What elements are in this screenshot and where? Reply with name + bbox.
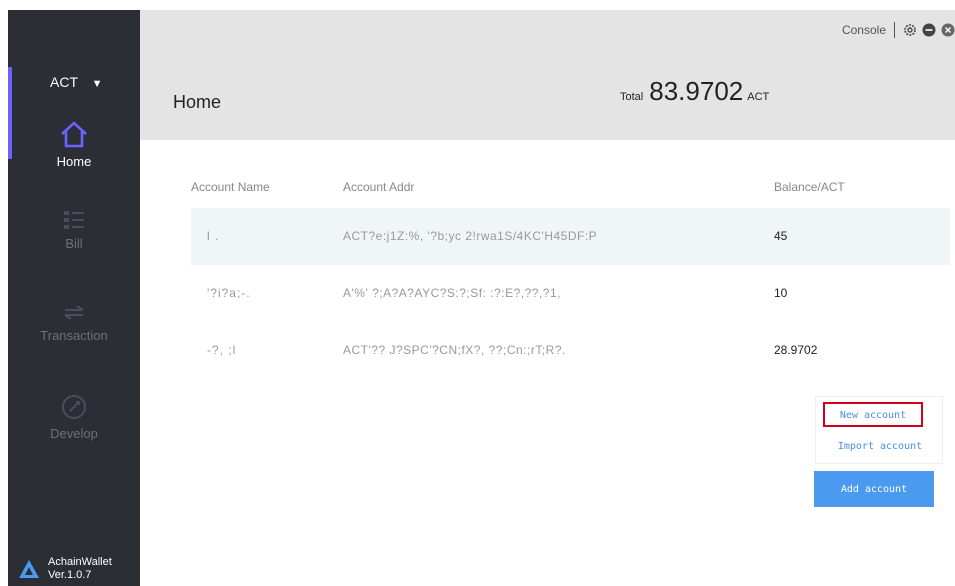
coin-label: ACT (50, 74, 78, 90)
column-header-balance: Balance/ACT (774, 180, 845, 194)
window-topbar: Console (842, 22, 955, 38)
account-name: -?, ;l (207, 342, 237, 357)
column-header-name: Account Name (191, 180, 270, 194)
develop-icon (62, 395, 86, 419)
console-link[interactable]: Console (842, 23, 886, 37)
achain-logo-icon (19, 560, 39, 578)
total-label: Total (620, 91, 644, 103)
account-balance: 28.9702 (774, 342, 818, 357)
account-name: '?i?a;-. (207, 286, 251, 301)
header: Console Home Total 83.9702 ACT (140, 10, 955, 140)
brand-name: AchainWallet (48, 556, 112, 568)
home-icon (61, 121, 87, 148)
sidebar: ACT ▼ Home Bill Transaction Develop Acha… (8, 10, 140, 586)
account-addr: ACT?e:j1Z:%, '?b;yc 2!rwa1S/4KC'H45DF:P (343, 229, 598, 244)
topbar-divider (894, 22, 895, 38)
account-balance: 45 (774, 229, 788, 244)
column-header-addr: Account Addr (343, 180, 415, 194)
account-addr: A'%' ?;A?A?AYC?S:?;Sf: :?:E?,??,?1, (343, 286, 561, 301)
settings-icon[interactable] (903, 23, 917, 37)
brand: AchainWallet Ver.1.0.7 (18, 556, 112, 582)
transaction-icon (64, 305, 84, 320)
close-icon[interactable] (941, 23, 955, 37)
table-body: l . ACT?e:j1Z:%, '?b;yc 2!rwa1S/4KC'H45D… (191, 208, 950, 378)
table-header: Account Name Account Addr Balance/ACT (191, 180, 950, 204)
nav-label-bill: Bill (65, 236, 83, 251)
new-account-option[interactable]: New account (823, 402, 923, 427)
total-balance: Total 83.9702 ACT (620, 76, 769, 107)
nav-item-transaction[interactable]: Transaction (8, 302, 140, 343)
nav-item-bill[interactable]: Bill (8, 210, 140, 251)
nav-label-home: Home (56, 154, 92, 169)
app-version: Ver.1.0.7 (48, 569, 92, 581)
page-title: Home (173, 92, 222, 112)
minimize-icon[interactable] (922, 23, 936, 37)
coin-selector[interactable]: ACT ▼ (50, 74, 103, 90)
total-unit: ACT (747, 91, 770, 103)
caret-down-icon: ▼ (91, 78, 103, 90)
total-amount: 83.9702 (649, 76, 744, 106)
account-balance: 10 (774, 286, 788, 301)
table-row[interactable]: '?i?a;-. A'%' ?;A?A?AYC?S:?;Sf: :?:E?,??… (191, 265, 950, 322)
nav-item-develop[interactable]: Develop (8, 394, 140, 441)
bill-icon (64, 211, 84, 229)
nav-label-transaction: Transaction (40, 328, 108, 343)
import-account-option[interactable]: Import account (816, 441, 944, 452)
accounts-table: Account Name Account Addr Balance/ACT l … (191, 180, 950, 378)
account-name: l . (207, 229, 220, 244)
table-row[interactable]: l . ACT?e:j1Z:%, '?b;yc 2!rwa1S/4KC'H45D… (191, 208, 950, 265)
add-account-menu: New account Import account (815, 396, 943, 464)
nav-item-home[interactable]: Home (8, 120, 140, 169)
table-row[interactable]: -?, ;l ACT'?? J?SPC'?CN;fX?, ??;Cn:;rT;R… (191, 321, 950, 378)
wallet-app: ACT ▼ Home Bill Transaction Develop Acha… (0, 0, 955, 586)
nav-label-develop: Develop (50, 426, 98, 441)
account-addr: ACT'?? J?SPC'?CN;fX?, ??;Cn:;rT;R?. (343, 342, 566, 357)
add-account-button[interactable]: Add account (814, 471, 934, 507)
